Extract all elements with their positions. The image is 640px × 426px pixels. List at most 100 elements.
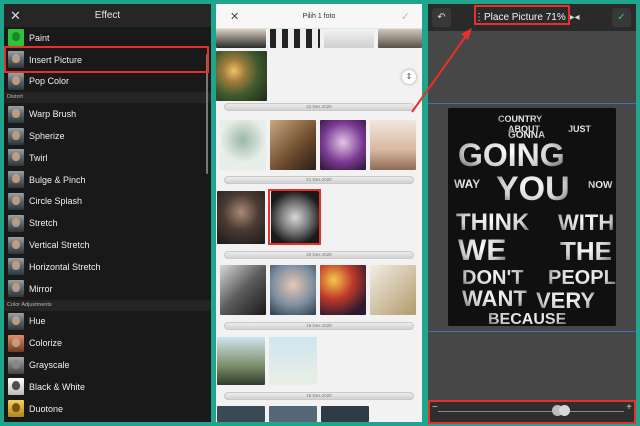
effect-thumbnail [8,171,24,189]
photo-thumb[interactable] [220,120,266,170]
effect-title: Effect [94,10,121,21]
effect-item-stretch[interactable]: Stretch [4,212,211,234]
poster-word: NOW [588,180,613,191]
guide-line [428,331,636,332]
effect-label: Black & White [29,381,86,392]
check-icon[interactable]: ✓ [612,8,631,27]
poster-word: WAY [454,177,480,191]
effect-label: Paint [29,32,50,43]
effect-thumbnail [8,280,24,298]
effect-thumbnail [8,258,24,276]
photo-thumb[interactable] [378,29,422,48]
placed-picture[interactable]: GOING YOU THINK WITH WE THE DON'T PEOPL WANT VERY… [448,108,616,326]
effect-thumbnail [8,105,24,123]
date-separator: 20 Des 2020 [224,251,414,259]
date-separator: 22 Des 2020 [224,103,414,111]
effect-item-pop-color[interactable]: Pop Color [4,71,211,93]
picker-header: ✕ Pilih 1 foto ✓ [216,4,422,29]
effect-label: Colorize [29,338,63,349]
effect-header: ✕ Effect [4,4,211,27]
title-highlight [474,5,570,25]
photo-thumb[interactable] [220,265,266,315]
poster-word: THINK [456,209,530,236]
photo-thumb[interactable] [216,51,267,101]
photo-thumb[interactable] [320,265,366,315]
slider-highlight [428,400,636,424]
effect-thumbnail [8,214,24,232]
poster-word: YOU [496,170,570,208]
effect-label: Grayscale [29,360,70,371]
effect-item-grayscale[interactable]: Grayscale [4,354,211,376]
effect-label: Hue [29,316,46,327]
poster-word: JUST [568,124,592,134]
poster-word: THE [560,236,612,266]
photo-thumb[interactable] [324,29,374,48]
effect-label: Twirl [29,152,48,163]
poster-word: BECAUSE [488,311,567,326]
photo-thumb[interactable] [269,406,317,422]
photo-thumb[interactable] [370,265,416,315]
effect-thumbnail [8,127,24,145]
effect-item-mirror[interactable]: Mirror [4,278,211,300]
undo-icon[interactable]: ↶ [432,8,451,27]
poster-word: VERY [536,288,595,313]
effect-thumbnail [8,378,24,396]
effect-label: Spherize [29,131,65,142]
effect-item-bulge-pinch[interactable]: Bulge & Pinch [4,169,211,191]
poster-word: WITH [558,210,614,235]
poster-word: WANT [462,286,527,311]
date-separator: 21 Des 2020 [224,176,414,184]
effect-item-duotone[interactable]: Duotone [4,398,211,420]
photo-thumb[interactable] [270,120,316,170]
picker-title: Pilih 1 foto [302,13,336,20]
effect-item-horizontal-stretch[interactable]: Horizontal Stretch [4,256,211,278]
effect-thumbnail [8,192,24,210]
effect-thumbnail [8,72,24,90]
photo-thumb[interactable] [370,120,416,170]
effect-label: Pop Color [29,76,70,87]
photo-thumb[interactable] [269,337,317,385]
effect-label: Warp Brush [29,109,77,120]
photo-thumb[interactable] [216,29,266,48]
section-header: Distort [4,92,211,104]
effect-thumbnail [8,29,24,47]
effect-item-colorize[interactable]: Colorize [4,332,211,354]
effect-item-warp-brush[interactable]: Warp Brush [4,103,211,125]
effect-item-black-white[interactable]: Black & White [4,376,211,398]
date-separator: 18 Des 2020 [224,392,414,400]
photo-thumb[interactable] [217,191,265,244]
effect-label: Bulge & Pinch [29,174,86,185]
effect-item-circle-splash[interactable]: Circle Splash [4,191,211,213]
typography-poster: GOINGYOUTHINK WITHWE THEDON'T PEOPLWANT VERY… [448,108,616,326]
effect-item-twirl[interactable]: Twirl [4,147,211,169]
effect-item-vertical-stretch[interactable]: Vertical Stretch [4,234,211,256]
effect-label: Mirror [29,283,53,294]
photo-thumb[interactable] [270,29,320,48]
poster-word: COUNTRY [498,114,542,124]
effect-label: Horizontal Stretch [29,261,101,272]
poster-word: GOING [458,137,565,173]
sort-icon[interactable]: ⇕ [402,70,416,84]
date-separator: 19 Des 2020 [224,322,414,330]
effect-thumbnail [8,400,24,418]
effect-thumbnail [8,149,24,167]
effect-label: Stretch [29,218,58,229]
photo-thumb[interactable] [217,337,265,385]
photo-thumb[interactable] [320,120,366,170]
selected-photo-highlight [268,189,321,245]
effect-thumbnail [8,334,24,352]
effect-thumbnail [8,236,24,254]
effect-thumbnail [8,356,24,374]
poster-word: ABOUT [508,124,540,134]
photo-thumb[interactable] [217,406,265,422]
check-icon[interactable]: ✓ [401,10,410,23]
effect-item-spherize[interactable]: Spherize [4,125,211,147]
effect-list: Paint Insert Picture Pop Color Distort Warp … [4,27,211,420]
photo-thumb[interactable] [270,265,316,315]
section-header: Color Adjustments [4,299,211,311]
effect-item-hue[interactable]: Hue [4,311,211,333]
poster-word: PEOPL [548,267,616,289]
guide-line [428,103,636,104]
insert-picture-highlight [4,46,209,73]
photo-thumb[interactable] [321,406,369,422]
